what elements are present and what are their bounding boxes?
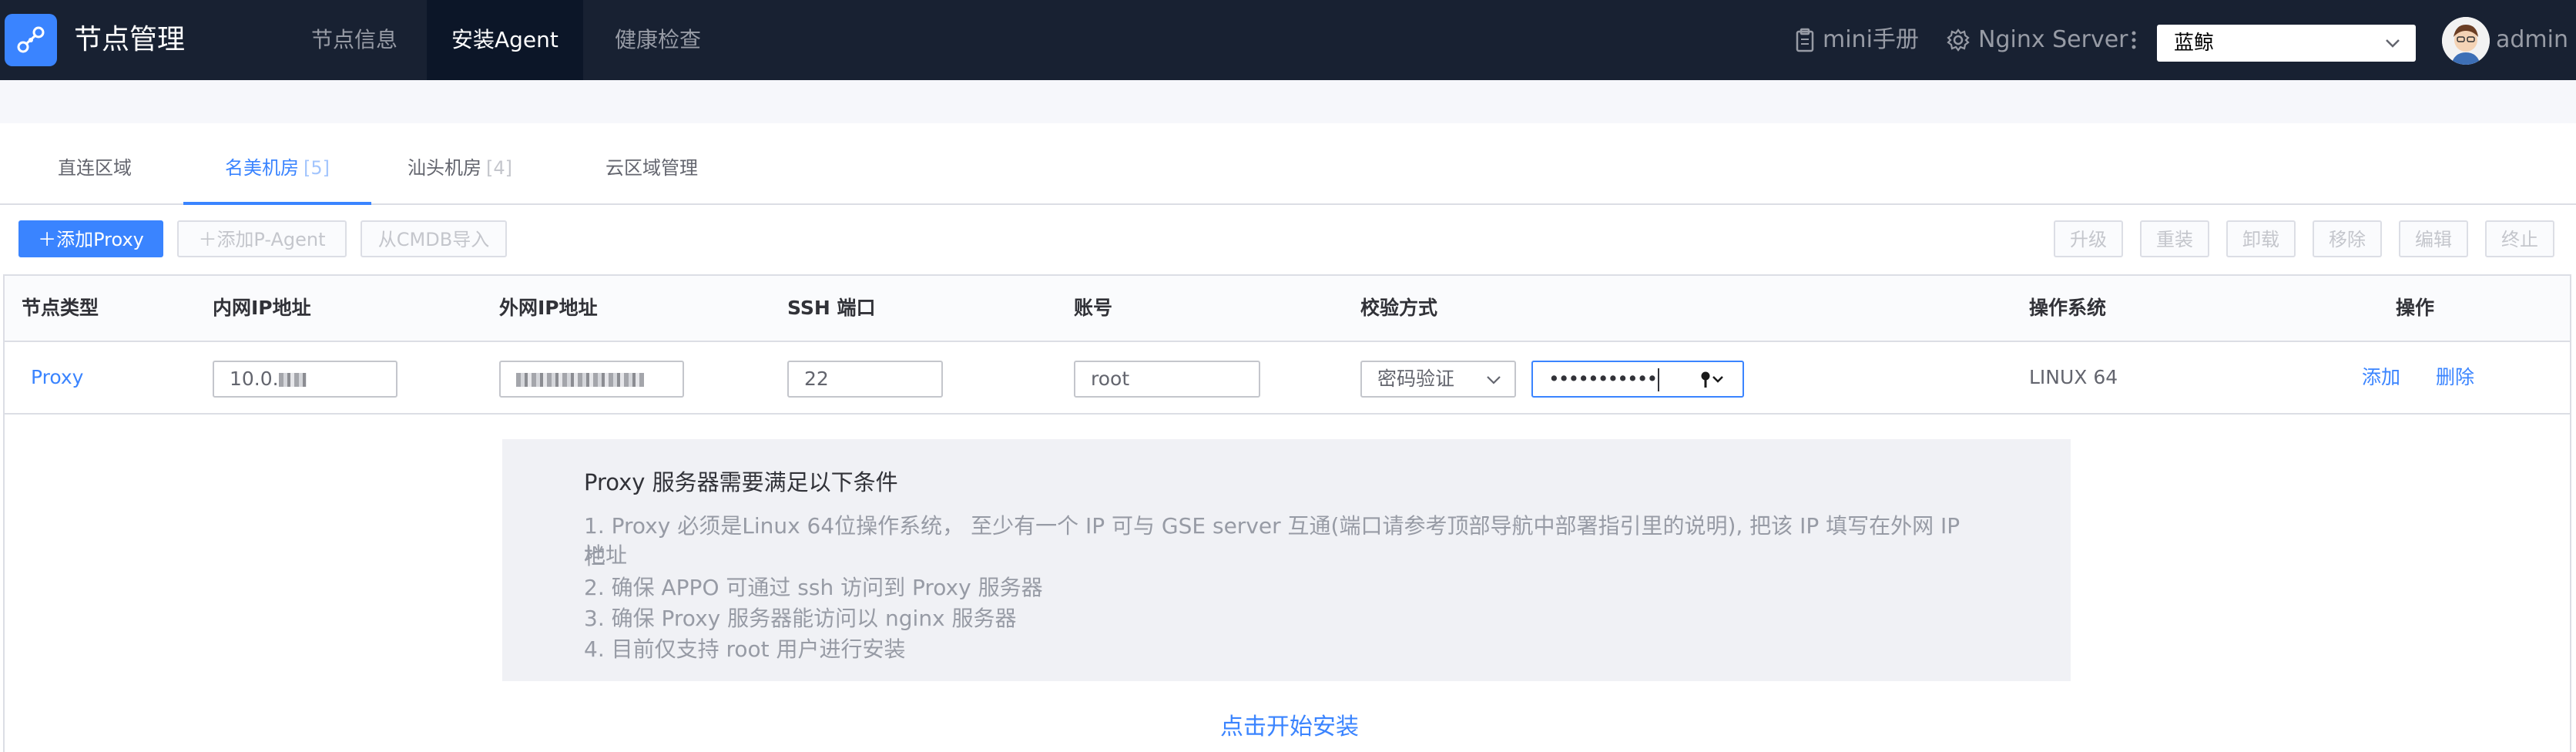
col-outer-ip: 外网IP地址	[499, 297, 598, 319]
requirement-line: 栏	[584, 544, 606, 569]
col-os: 操作系统	[2029, 297, 2107, 319]
content-panel: 直连区域 名美机房 [5] 汕头机房 [4] 云区域管理 ＋添加Proxy ＋添加P…	[0, 123, 2576, 752]
start-install-link[interactable]: 点击开始安装	[1220, 712, 1359, 743]
redacted-text	[278, 373, 307, 387]
inner-ip-input[interactable]: 10.0.	[213, 361, 397, 398]
terminate-button[interactable]: 终止	[2485, 220, 2554, 257]
tab-count: [5]	[304, 157, 330, 179]
more-vertical-icon	[2132, 31, 2136, 49]
col-account: 账号	[1074, 297, 1113, 319]
col-inner-ip: 内网IP地址	[213, 297, 311, 319]
col-auth-method: 校验方式	[1360, 297, 1438, 319]
add-p-agent-button[interactable]: ＋添加P-Agent	[177, 220, 347, 257]
proxy-requirements-box: Proxy 服务器需要满足以下条件 1. Proxy 必须是Linux 64位操…	[502, 439, 2071, 681]
remove-button[interactable]: 移除	[2313, 220, 2382, 257]
tab-label: 名美机房	[225, 157, 299, 179]
tab-direct-region[interactable]: 直连区域	[28, 123, 162, 203]
mini-manual-link[interactable]: mini手册	[1795, 23, 1919, 57]
username[interactable]: admin	[2496, 23, 2568, 57]
redacted-text	[516, 373, 644, 387]
tab-label: 汕头机房	[408, 157, 481, 179]
region-tabs: 直连区域 名美机房 [5] 汕头机房 [4] 云区域管理	[0, 123, 2576, 205]
os-value: LINUX 64	[2029, 366, 2118, 388]
more-menu-button[interactable]	[2131, 23, 2145, 57]
requirement-line: 3. 确保 Proxy 服务器能访问以 nginx 服务器	[584, 606, 1017, 631]
business-select[interactable]: 蓝鲸	[2157, 25, 2416, 62]
delete-row-link[interactable]: 删除	[2436, 342, 2474, 413]
import-cmdb-button[interactable]: 从CMDB导入	[361, 220, 507, 257]
table-header: 节点类型 内网IP地址 外网IP地址 SSH 端口 账号 校验方式 操作系统 操…	[5, 276, 2570, 342]
col-actions: 操作	[2396, 297, 2435, 319]
nav-install-agent[interactable]: 安装Agent	[427, 0, 583, 80]
col-ssh-port: SSH 端口	[787, 297, 876, 319]
auth-method-select[interactable]: 密码验证	[1360, 361, 1516, 398]
chevron-down-icon	[2386, 39, 2400, 48]
inner-ip-value: 10.0.	[230, 368, 279, 390]
chevron-down-icon	[1487, 376, 1501, 384]
uninstall-button[interactable]: 卸载	[2226, 220, 2296, 257]
tab-count: [4]	[486, 157, 512, 179]
col-node-type: 节点类型	[22, 297, 99, 319]
tab-cloud-region-management[interactable]: 云区域管理	[589, 123, 715, 203]
tab-mingmei-room[interactable]: 名美机房 [5]	[183, 123, 371, 205]
outer-ip-input[interactable]	[499, 361, 684, 398]
nav-node-info[interactable]: 节点信息	[287, 0, 422, 80]
password-mask: •••••••••••	[1548, 368, 1658, 390]
gear-icon	[1947, 29, 1970, 52]
tab-label: 云区域管理	[605, 157, 698, 179]
top-navigation-bar: 节点管理 节点信息 安装Agent 健康检查 mini手册 Nginx Serv…	[0, 0, 2576, 80]
add-p-agent-label: 添加P-Agent	[216, 229, 326, 250]
nginx-server-label: Nginx Server	[1978, 26, 2128, 53]
tab-shantou-room[interactable]: 汕头机房 [4]	[393, 123, 527, 203]
nginx-server-link[interactable]: Nginx Server	[1946, 23, 2128, 57]
edit-button[interactable]: 编辑	[2399, 220, 2468, 257]
node-type-link[interactable]: Proxy	[31, 342, 83, 413]
add-row-link[interactable]: 添加	[2362, 342, 2400, 413]
plus-icon: ＋	[38, 229, 57, 250]
account-input[interactable]: root	[1074, 361, 1260, 398]
app-logo[interactable]	[5, 14, 57, 66]
auth-method-value: 密码验证	[1377, 368, 1455, 390]
requirement-line: 2. 确保 APPO 可通过 ssh 访问到 Proxy 服务器	[584, 575, 1043, 600]
add-proxy-button[interactable]: ＋添加Proxy	[18, 220, 163, 257]
upgrade-button[interactable]: 升级	[2054, 220, 2123, 257]
ssh-port-input[interactable]: 22	[787, 361, 943, 398]
text-cursor	[1658, 368, 1660, 391]
clipboard-icon	[1796, 28, 1814, 52]
user-avatar[interactable]	[2442, 17, 2490, 65]
nav-health-check[interactable]: 健康检查	[590, 0, 726, 80]
password-input[interactable]: •••••••••••	[1531, 361, 1744, 398]
node-graph-icon	[17, 26, 45, 53]
business-select-value: 蓝鲸	[2174, 32, 2215, 55]
add-proxy-label: 添加Proxy	[56, 229, 144, 250]
plus-icon: ＋	[198, 229, 217, 250]
mini-manual-label: mini手册	[1823, 26, 1919, 53]
reinstall-button[interactable]: 重装	[2140, 220, 2209, 257]
requirements-title: Proxy 服务器需要满足以下条件	[584, 469, 898, 495]
requirement-line: 4. 目前仅支持 root 用户进行安装	[584, 636, 906, 662]
app-title: 节点管理	[74, 24, 186, 55]
avatar-icon	[2442, 17, 2490, 65]
table-row: Proxy 10.0. 22 root 密码验证 ••••••••••• LIN…	[5, 342, 2570, 415]
key-dropdown-icon[interactable]	[1699, 370, 1727, 390]
tab-label: 直连区域	[58, 157, 132, 179]
